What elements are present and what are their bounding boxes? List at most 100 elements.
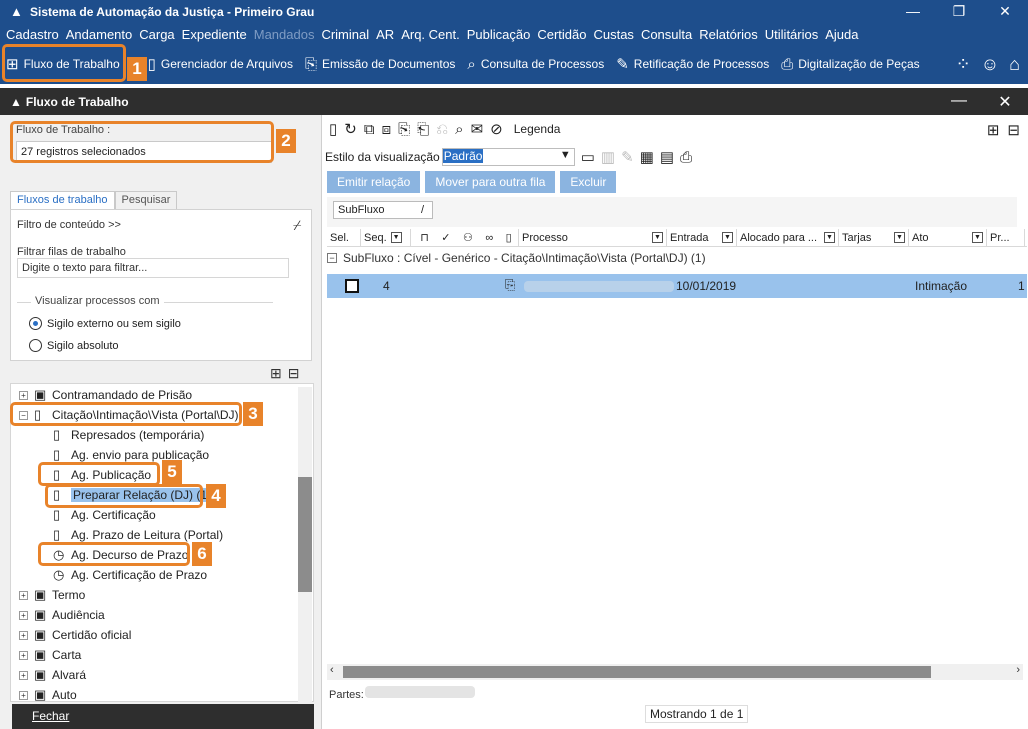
expand-icon[interactable]: + bbox=[19, 590, 28, 600]
tree-node-ag-cert-prazo[interactable]: ◷ Ag. Certificação de Prazo bbox=[53, 566, 207, 584]
filter-dropdown-icon[interactable]: ▼ bbox=[894, 232, 905, 243]
menu-arq-cent[interactable]: Arq. Cent. bbox=[401, 27, 460, 42]
refresh-icon[interactable]: ↻ bbox=[344, 120, 357, 138]
tree-node-termo[interactable]: + ▣ Termo bbox=[19, 586, 85, 604]
menu-ajuda[interactable]: Ajuda bbox=[825, 27, 858, 42]
filter-dropdown-icon[interactable]: ▼ bbox=[972, 232, 983, 243]
paste-icon[interactable]: ⎗ bbox=[417, 121, 429, 138]
col-processo[interactable]: Processo ▼ bbox=[519, 229, 667, 246]
col-ato[interactable]: Ato ▼ bbox=[909, 229, 987, 246]
copy-icon[interactable]: ⎘ bbox=[398, 121, 410, 138]
minimize-icon[interactable]: — bbox=[890, 0, 936, 24]
home-icon[interactable]: ⌂ bbox=[1009, 54, 1020, 75]
tree-expand-icon[interactable]: ⊞ bbox=[270, 365, 282, 382]
mover-fila-button[interactable]: Mover para outra fila bbox=[425, 171, 556, 193]
radio-sigilo-absoluto[interactable]: Sigilo absoluto bbox=[29, 339, 119, 352]
menu-andamento[interactable]: Andamento bbox=[66, 27, 133, 42]
horizontal-scrollbar[interactable]: ‹ › bbox=[327, 664, 1023, 680]
table-row[interactable]: 4 ⎘ 10/01/2019 Intimação 1 bbox=[327, 274, 1027, 298]
excel-icon[interactable]: ▦ bbox=[640, 148, 654, 166]
estilo-select[interactable]: Padrão ▼ bbox=[441, 148, 575, 166]
subwindow-minimize-icon[interactable]: — bbox=[936, 92, 982, 112]
digitalizacao-pecas-button[interactable]: ⎙ Digitalização de Peças bbox=[775, 46, 925, 82]
filtro-conteudo-toggle[interactable]: Filtro de conteúdo >> bbox=[17, 219, 121, 231]
menu-utilitarios[interactable]: Utilitários bbox=[765, 27, 818, 42]
retificacao-processos-button[interactable]: ✎ Retificação de Processos bbox=[610, 46, 775, 82]
fechar-button[interactable]: Fechar bbox=[12, 704, 314, 729]
users-icon[interactable]: ☺ bbox=[981, 54, 999, 75]
legenda-button[interactable]: Legenda bbox=[514, 122, 561, 136]
menu-criminal[interactable]: Criminal bbox=[321, 27, 369, 42]
menu-custas[interactable]: Custas bbox=[593, 27, 633, 42]
list-view-icon[interactable]: ⊟ bbox=[1007, 121, 1020, 139]
tree-node-ag-certificacao[interactable]: ▯ Ag. Certificação bbox=[53, 506, 156, 524]
tree-scroll-thumb[interactable] bbox=[298, 477, 312, 592]
filter-dropdown-icon[interactable]: ▼ bbox=[722, 232, 733, 243]
col-entrada[interactable]: Entrada ▼ bbox=[667, 229, 737, 246]
expand-icon[interactable]: + bbox=[19, 690, 28, 700]
inspect-icon[interactable]: ⌕ bbox=[455, 121, 463, 138]
sort-icon[interactable]: / bbox=[421, 202, 424, 218]
col-pr[interactable]: Pr... bbox=[987, 229, 1025, 246]
scroll-left-icon[interactable]: ‹ bbox=[330, 664, 334, 676]
scroll-right-icon[interactable]: › bbox=[1016, 664, 1020, 676]
tree-node-alvara[interactable]: + ▣ Alvará bbox=[19, 666, 86, 684]
tree-view-icon[interactable]: ⊞ bbox=[987, 121, 1000, 139]
menu-publicacao[interactable]: Publicação bbox=[467, 27, 531, 42]
radio-sigilo-externo[interactable]: Sigilo externo ou sem sigilo bbox=[29, 317, 181, 330]
expand-icon[interactable]: + bbox=[19, 390, 28, 400]
filter-input[interactable]: Digite o texto para filtrar... bbox=[17, 258, 289, 278]
tree-node-carta[interactable]: + ▣ Carta bbox=[19, 646, 81, 664]
group-row[interactable]: − SubFluxo : Cível - Genérico - Citação\… bbox=[327, 251, 706, 265]
tab-fluxos[interactable]: Fluxos de trabalho bbox=[10, 191, 115, 209]
ungroup-icon[interactable]: ⧈ bbox=[382, 121, 392, 138]
col-tarjas[interactable]: Tarjas ▼ bbox=[839, 229, 909, 246]
menu-cadastro[interactable]: Cadastro bbox=[6, 27, 59, 42]
menu-carga[interactable]: Carga bbox=[139, 27, 174, 42]
broom-icon[interactable]: ⌿ bbox=[293, 217, 301, 234]
menu-consulta[interactable]: Consulta bbox=[641, 27, 692, 42]
menu-relatorios[interactable]: Relatórios bbox=[699, 27, 758, 42]
comment-icon[interactable]: ✉ bbox=[471, 120, 484, 138]
group-icon[interactable]: ⧉ bbox=[364, 121, 375, 138]
save-icon[interactable]: ▭ bbox=[581, 148, 595, 166]
expand-icon[interactable]: + bbox=[19, 650, 28, 660]
close-icon[interactable]: ✕ bbox=[982, 0, 1028, 24]
tree-collapse-icon[interactable]: ⊟ bbox=[288, 365, 300, 382]
tree-node-represados[interactable]: ▯ Represados (temporária) bbox=[53, 426, 204, 444]
tab-pesquisar[interactable]: Pesquisar bbox=[114, 191, 178, 209]
new-doc-icon[interactable]: ▯ bbox=[329, 120, 337, 138]
emitir-relacao-button[interactable]: Emitir relação bbox=[327, 171, 421, 193]
subwindow-close-icon[interactable]: ✕ bbox=[982, 92, 1028, 112]
consulta-processos-button[interactable]: ⌕ Consulta de Processos bbox=[461, 46, 610, 82]
emissao-documentos-button[interactable]: ⎘ Emissão de Documentos bbox=[299, 46, 461, 82]
expand-icon[interactable]: + bbox=[19, 670, 28, 680]
tree-node-label: Auto bbox=[52, 688, 77, 702]
col-seq[interactable]: Seq. ▼ bbox=[361, 229, 411, 246]
expand-icon[interactable]: + bbox=[19, 630, 28, 640]
gerenciador-arquivos-button[interactable]: ▯ Gerenciador de Arquivos bbox=[142, 46, 299, 82]
chevron-down-icon[interactable]: ▼ bbox=[560, 149, 571, 161]
horizontal-scroll-thumb[interactable] bbox=[343, 666, 931, 678]
group-tag-subfluxo[interactable]: SubFluxo / bbox=[333, 201, 433, 219]
collapse-icon[interactable]: − bbox=[327, 253, 337, 263]
tree-node-audiencia[interactable]: + ▣ Audiência bbox=[19, 606, 105, 624]
tree-node-certidao-oficial[interactable]: + ▣ Certidão oficial bbox=[19, 626, 131, 644]
filter-dropdown-icon[interactable]: ▼ bbox=[390, 232, 402, 243]
excluir-button[interactable]: Excluir bbox=[560, 171, 617, 193]
expand-icon[interactable]: + bbox=[19, 610, 28, 620]
remove-filter-icon[interactable]: ⊘ bbox=[490, 120, 503, 138]
tree-scrollbar[interactable] bbox=[298, 387, 312, 702]
tree-node-auto[interactable]: + ▣ Auto bbox=[19, 686, 77, 702]
col-sel[interactable]: Sel. bbox=[327, 229, 361, 246]
restore-icon[interactable]: ❐ bbox=[936, 0, 982, 24]
col-alocado[interactable]: Alocado para ... ▼ bbox=[737, 229, 839, 246]
filter-dropdown-icon[interactable]: ▼ bbox=[652, 232, 663, 243]
report-icon[interactable]: ▤ bbox=[660, 148, 674, 166]
menu-ar[interactable]: AR bbox=[376, 27, 394, 42]
menu-certidao[interactable]: Certidão bbox=[537, 27, 586, 42]
row-checkbox[interactable] bbox=[345, 279, 359, 293]
print-icon[interactable]: ⎙ bbox=[680, 149, 692, 166]
filter-dropdown-icon[interactable]: ▼ bbox=[824, 232, 835, 243]
menu-expediente[interactable]: Expediente bbox=[182, 27, 247, 42]
